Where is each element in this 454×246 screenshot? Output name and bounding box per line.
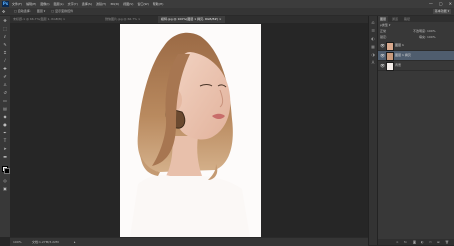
layers-panel-footer: ∞ fx ◙ ◐ ▭ ⊞ 🗑: [378, 239, 454, 245]
clone-stamp-tool-icon[interactable]: ♙: [1, 82, 9, 88]
quick-mask-icon[interactable]: ◎: [1, 178, 9, 184]
layer-row[interactable]: 👁 图层 1: [378, 41, 454, 51]
auto-select-target-dropdown[interactable]: 图层 ▾: [37, 8, 45, 15]
collapsed-panel-strip: ⎌ ☰ ◐ ▦ ◑ A: [369, 16, 378, 245]
fx-icon[interactable]: fx: [404, 239, 407, 245]
menu-help[interactable]: 帮助(H): [153, 0, 164, 8]
crop-tool-icon[interactable]: ⌗: [1, 50, 9, 56]
dodge-tool-icon[interactable]: ●: [1, 122, 9, 128]
new-layer-icon[interactable]: ⊞: [437, 239, 440, 245]
move-tool-icon[interactable]: ✥: [1, 18, 9, 24]
auto-select-checkbox[interactable]: □ 自动选择:: [14, 8, 31, 15]
minimize-icon[interactable]: —: [429, 0, 433, 8]
link-icon[interactable]: ∞: [396, 239, 399, 245]
layers-panel: 图层 通道 路径 ρ类型 ▾ 正常 不透明度: 100% 锁定: 填充: 100…: [378, 16, 454, 245]
maximize-icon[interactable]: ▢: [439, 0, 443, 8]
gradient-tool-icon[interactable]: ▤: [1, 106, 9, 112]
screen-mode-icon[interactable]: ▣: [1, 186, 9, 192]
lasso-tool-icon[interactable]: ℓ: [1, 34, 9, 40]
opacity-field[interactable]: 不透明度: 100%: [413, 29, 436, 34]
show-transform-controls-checkbox[interactable]: □ 显示变换控件: [51, 8, 73, 15]
menu-file[interactable]: 文件(F): [12, 0, 22, 8]
move-tool-icon[interactable]: ✥: [2, 9, 7, 14]
menu-filter[interactable]: 滤镜(T): [96, 0, 106, 8]
menu-window[interactable]: 窗口(W): [137, 0, 148, 8]
tab-channels[interactable]: 通道: [390, 16, 400, 22]
menu-edit[interactable]: 编辑(E): [26, 0, 36, 8]
lock-label: 锁定:: [380, 35, 388, 39]
adjustments-panel-icon[interactable]: ◑: [370, 52, 376, 57]
document-tab-active[interactable]: 模特.jpg @ 100%(图层 1 拷贝, RGB/8#) ×: [158, 16, 225, 23]
swatches-panel-icon[interactable]: ▦: [370, 44, 376, 49]
properties-panel-icon[interactable]: ☰: [370, 28, 376, 33]
blend-mode-dropdown[interactable]: 正常: [380, 29, 386, 34]
layer-name: 图层 1 拷贝: [395, 53, 411, 57]
document-tab-bar: 未标题-1 @ 66.7%(图层 1, RGB/8) × 微信图片.jpg @ …: [10, 16, 368, 23]
options-items: □ 自动选择: 图层 ▾ □ 显示变换控件: [14, 8, 73, 15]
layer-thumbnail: [386, 52, 394, 61]
menu-view[interactable]: 视图(V): [123, 0, 133, 8]
options-bar: ✥ □ 自动选择: 图层 ▾ □ 显示变换控件 基本功能 ▾: [0, 8, 454, 16]
menu-bar: Ps 文件(F) 编辑(E) 图像(I) 图层(L) 文字(Y) 选择(S) 滤…: [0, 0, 454, 8]
document-canvas[interactable]: [120, 24, 261, 237]
right-panel-dock: ⎌ ☰ ◐ ▦ ◑ A 图层 通道 路径 ρ类型 ▾ 正常 不透明度: 100%…: [368, 16, 454, 245]
history-panel-icon[interactable]: ⎌: [370, 20, 376, 25]
tab-paths[interactable]: 路径: [402, 16, 412, 22]
close-icon[interactable]: ✕: [449, 0, 452, 8]
blend-row: 正常 不透明度: 100%: [379, 29, 454, 34]
menu-layer[interactable]: 图层(L): [54, 0, 64, 8]
layer-row[interactable]: 👁 背景: [378, 61, 454, 71]
portrait-photo: [120, 24, 261, 237]
mask-icon[interactable]: ◙: [413, 239, 416, 245]
canvas-area[interactable]: [10, 23, 368, 237]
folder-icon[interactable]: ▭: [429, 239, 432, 245]
menu-select[interactable]: 选择(S): [82, 0, 92, 8]
shape-tool-icon[interactable]: ▬: [1, 154, 9, 160]
layer-name: 背景: [395, 63, 402, 67]
pen-tool-icon[interactable]: ✒: [1, 130, 9, 136]
fill-field[interactable]: 填充: 100%: [419, 35, 436, 40]
visibility-eye-icon[interactable]: 👁: [380, 63, 385, 68]
quick-select-tool-icon[interactable]: ✎: [1, 42, 9, 48]
healing-brush-tool-icon[interactable]: ✚: [1, 66, 9, 72]
type-tool-icon[interactable]: T: [1, 138, 9, 144]
layer-thumbnail: [386, 42, 394, 51]
path-select-tool-icon[interactable]: ➤: [1, 146, 9, 152]
brush-tool-icon[interactable]: ✐: [1, 74, 9, 80]
lock-row: 锁定: 填充: 100%: [379, 35, 454, 40]
window-controls: — ▢ ✕: [429, 0, 452, 8]
panel-tabs: 图层 通道 路径: [378, 16, 454, 22]
layer-name: 图层 1: [395, 43, 404, 47]
layer-filter-row: ρ类型 ▾: [379, 23, 454, 28]
layer-thumbnail: [386, 62, 394, 71]
menu-3d[interactable]: 3D(D): [110, 0, 119, 8]
document-tab[interactable]: 未标题-1 @ 66.7%(图层 1, RGB/8) ×: [10, 16, 68, 23]
blur-tool-icon[interactable]: ◆: [1, 114, 9, 120]
character-panel-icon[interactable]: A: [370, 60, 376, 65]
layer-row-selected[interactable]: 👁 图层 1 拷贝: [378, 51, 454, 61]
trash-icon[interactable]: 🗑: [445, 239, 449, 245]
history-brush-tool-icon[interactable]: ↺: [1, 90, 9, 96]
menu-image[interactable]: 图像(I): [40, 0, 49, 8]
marquee-tool-icon[interactable]: ⬚: [1, 26, 9, 32]
tab-layers[interactable]: 图层: [378, 16, 389, 22]
eyedropper-tool-icon[interactable]: ⁄: [1, 58, 9, 64]
layer-filter-dropdown[interactable]: ρ类型 ▾: [380, 23, 390, 28]
visibility-eye-icon[interactable]: 👁: [380, 53, 385, 58]
menu-items: 文件(F) 编辑(E) 图像(I) 图层(L) 文字(Y) 选择(S) 滤镜(T…: [12, 0, 163, 8]
color-panel-icon[interactable]: ◐: [370, 36, 376, 41]
menu-type[interactable]: 文字(Y): [68, 0, 78, 8]
adjustment-icon[interactable]: ◐: [421, 239, 424, 245]
visibility-eye-icon[interactable]: 👁: [380, 43, 385, 48]
workspace-dropdown[interactable]: 基本功能 ▾: [433, 9, 451, 14]
photoshop-logo-icon: Ps: [2, 1, 9, 7]
eraser-tool-icon[interactable]: ▭: [1, 98, 9, 104]
document-tab[interactable]: 微信图片.jpg @ 66.7% ×: [102, 16, 144, 23]
